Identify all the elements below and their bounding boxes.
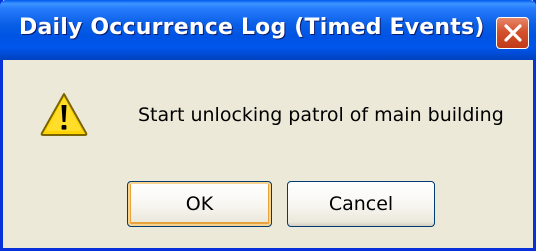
warning-icon [40,93,88,136]
ok-button[interactable]: OK [127,181,272,227]
close-button[interactable] [496,17,529,49]
close-icon [504,24,522,42]
cancel-button[interactable]: Cancel [287,181,435,227]
title-bar[interactable]: Daily Occurrence Log (Timed Events) [0,0,536,60]
dialog-message: Start unlocking patrol of main building [138,104,504,126]
dialog-title: Daily Occurrence Log (Timed Events) [19,15,485,40]
message-dialog: Daily Occurrence Log (Timed Events) Star… [0,0,536,251]
